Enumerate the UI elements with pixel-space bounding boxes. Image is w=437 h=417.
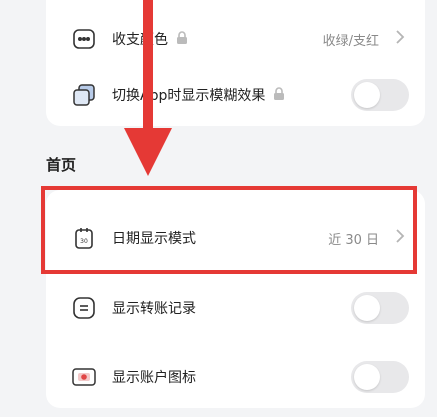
blur-effect-row: 切换App时显示模糊效果 <box>46 64 425 126</box>
toggle-knob <box>354 82 380 108</box>
chevron-right-icon <box>395 29 405 49</box>
blur-effect-label: 切换App时显示模糊效果 <box>112 88 266 104</box>
transfer-record-icon <box>72 296 96 320</box>
toggle-knob <box>354 295 380 321</box>
show-transfer-records-toggle[interactable] <box>351 292 409 324</box>
lock-icon <box>273 86 285 104</box>
account-card-icon <box>72 365 96 389</box>
blur-effect-toggle[interactable] <box>351 79 409 111</box>
show-transfer-records-label: 显示转账记录 <box>112 301 196 317</box>
show-account-icon-row: 显示账户图标 <box>46 346 425 408</box>
color-palette-icon <box>72 27 96 51</box>
settings-card-display: 收支颜色 收绿/支红 切换App时显示模糊效果 <box>46 0 425 126</box>
income-expense-color-row[interactable]: 收支颜色 收绿/支红 <box>46 8 425 70</box>
home-section-title: 首页 <box>46 156 77 174</box>
toggle-knob <box>354 364 380 390</box>
show-transfer-records-row: 显示转账记录 <box>46 277 425 339</box>
income-expense-color-value: 收绿/支红 <box>322 33 379 49</box>
show-account-icon-toggle[interactable] <box>351 361 409 393</box>
blur-window-icon <box>72 83 96 107</box>
annotation-arrow-head <box>124 128 172 176</box>
annotation-arrow-shaft <box>143 0 153 130</box>
income-expense-color-label: 收支颜色 <box>112 32 168 48</box>
show-account-icon-label: 显示账户图标 <box>112 370 196 386</box>
lock-icon <box>176 30 188 48</box>
annotation-highlight-box <box>41 186 417 274</box>
